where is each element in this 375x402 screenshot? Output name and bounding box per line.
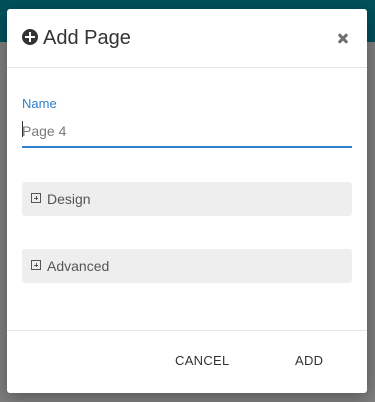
- dialog-footer: CANCEL ADD: [7, 330, 367, 393]
- add-page-dialog: Add Page Name Design Advanced CANCEL ADD: [7, 9, 367, 393]
- name-label: Name: [22, 96, 57, 111]
- design-section-label: Design: [47, 191, 91, 207]
- advanced-section-toggle[interactable]: Advanced: [22, 249, 352, 283]
- expand-plus-icon: [31, 260, 41, 270]
- text-caret: [22, 121, 23, 137]
- plus-circle-icon: [22, 29, 38, 45]
- add-button[interactable]: ADD: [295, 353, 323, 368]
- expand-plus-icon: [31, 193, 41, 203]
- cancel-button[interactable]: CANCEL: [175, 353, 230, 368]
- dialog-header: Add Page: [7, 9, 367, 68]
- name-input[interactable]: [22, 116, 352, 148]
- dialog-title: Add Page: [43, 27, 131, 49]
- close-icon[interactable]: [333, 27, 355, 49]
- advanced-section-label: Advanced: [47, 258, 110, 274]
- design-section-toggle[interactable]: Design: [22, 182, 352, 216]
